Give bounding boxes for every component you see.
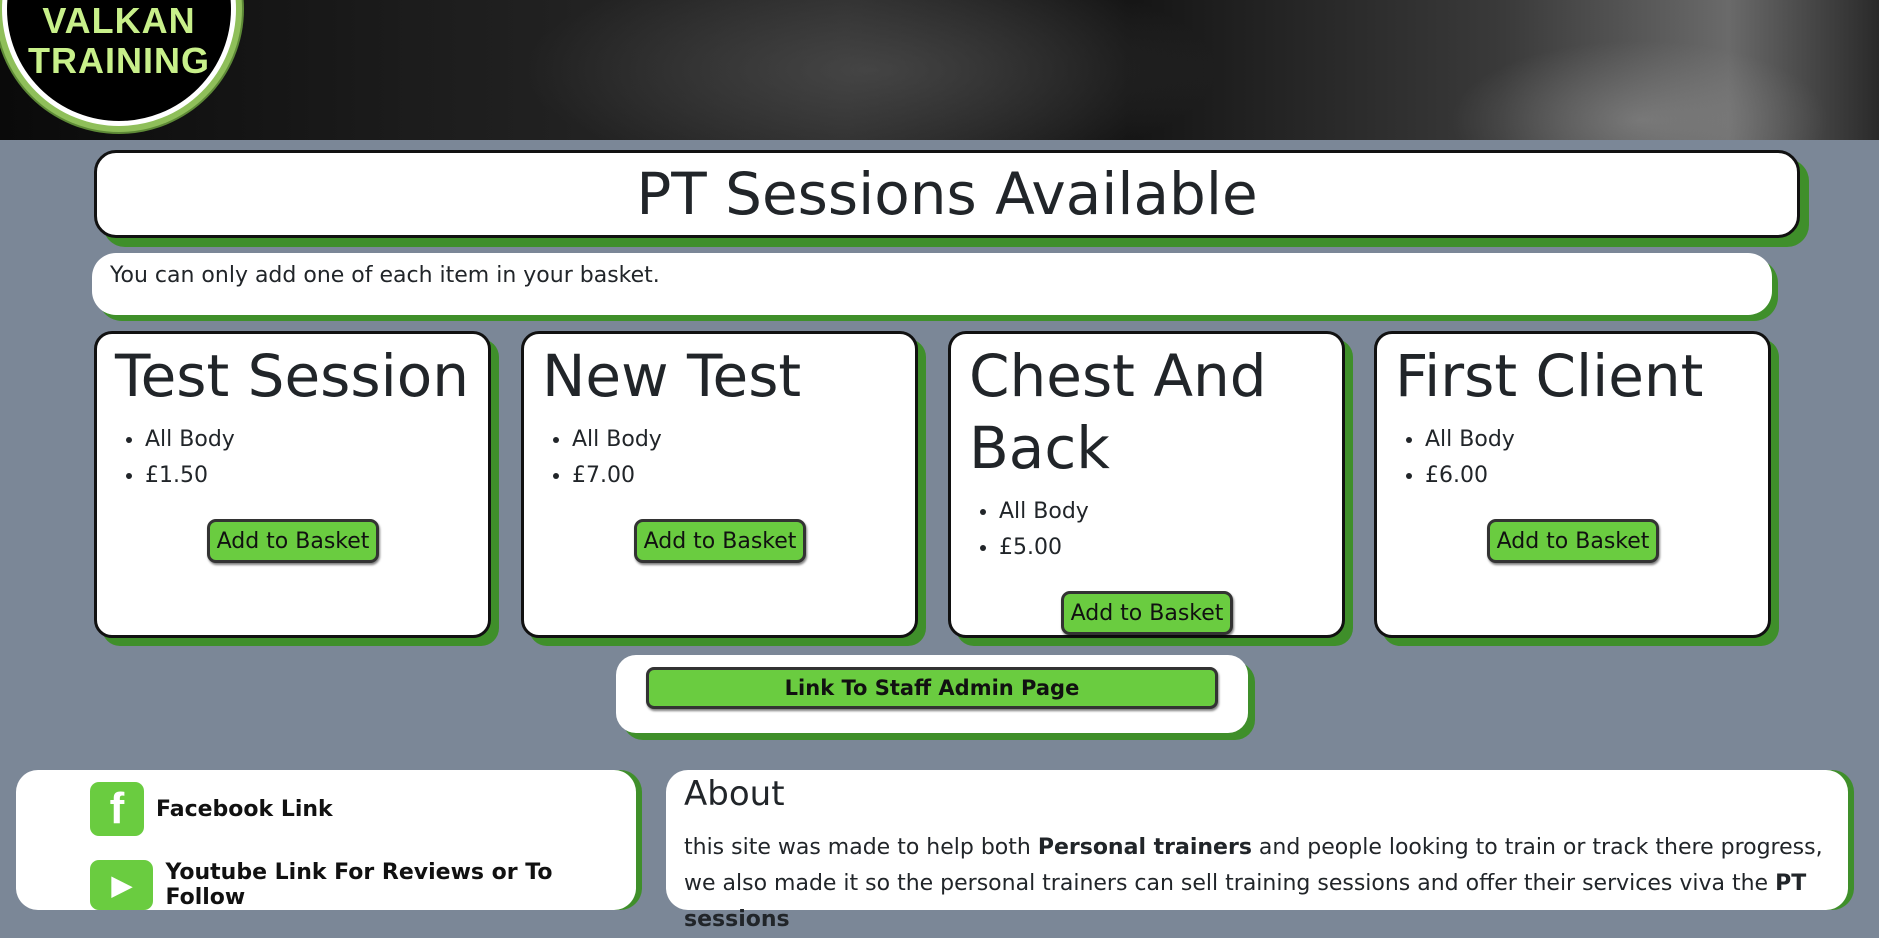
session-focus: All Body <box>145 422 235 458</box>
session-focus: All Body <box>1425 422 1515 458</box>
about-panel: About this site was made to help both Pe… <box>666 770 1848 932</box>
add-to-basket-button[interactable]: Add to Basket <box>1487 519 1659 563</box>
session-price: £7.00 <box>572 458 662 494</box>
session-details: All Body £1.50 <box>97 422 235 494</box>
session-focus: All Body <box>572 422 662 458</box>
facebook-icon[interactable]: f <box>90 782 144 836</box>
session-title: New Test <box>542 342 802 410</box>
youtube-icon[interactable]: ▶ <box>90 860 154 910</box>
session-price: £1.50 <box>145 458 235 494</box>
youtube-link-row[interactable]: ▶ Youtube Link For Reviews or To Follow <box>90 860 636 910</box>
about-text: this site was made to help both Personal… <box>684 830 1834 938</box>
admin-link-panel: Link To Staff Admin Page <box>616 655 1248 733</box>
session-title: First Client <box>1395 342 1704 410</box>
banner-background-highlight <box>1450 40 1830 140</box>
session-card: First Client All Body £6.00 Add to Baske… <box>1374 331 1771 638</box>
session-title: Chest And Back <box>969 342 1267 482</box>
add-to-basket-button[interactable]: Add to Basket <box>207 519 379 563</box>
facebook-link[interactable]: Facebook Link <box>156 797 333 822</box>
social-links-panel: f Facebook Link ▶ Youtube Link For Revie… <box>16 770 636 910</box>
add-to-basket-button[interactable]: Add to Basket <box>1061 591 1233 635</box>
staff-admin-link-button[interactable]: Link To Staff Admin Page <box>646 667 1218 709</box>
add-to-basket-button[interactable]: Add to Basket <box>634 519 806 563</box>
about-bold-part: Personal trainers <box>1037 835 1252 860</box>
about-text-part: this site was made to help both <box>684 835 1038 860</box>
session-details: All Body £6.00 <box>1377 422 1515 494</box>
page-title: PT Sessions Available <box>636 160 1258 228</box>
logo-line-2: TRAINING <box>28 40 210 81</box>
session-price: £6.00 <box>1425 458 1515 494</box>
header-banner: VALKAN TRAINING <box>0 0 1879 140</box>
page-title-panel: PT Sessions Available <box>94 150 1800 238</box>
session-price: £5.00 <box>999 530 1089 566</box>
facebook-link-row[interactable]: f Facebook Link <box>90 782 333 836</box>
basket-note: You can only add one of each item in you… <box>110 263 660 288</box>
logo-line-1: VALKAN <box>42 0 196 41</box>
session-details: All Body £7.00 <box>524 422 662 494</box>
session-title: Test Session <box>115 342 469 410</box>
banner-background-shade <box>520 0 1220 140</box>
session-card: New Test All Body £7.00 Add to Basket <box>521 331 918 638</box>
session-card: Test Session All Body £1.50 Add to Baske… <box>94 331 491 638</box>
site-logo[interactable]: VALKAN TRAINING <box>2 0 236 126</box>
about-heading: About <box>684 774 785 814</box>
session-focus: All Body <box>999 494 1089 530</box>
basket-note-panel: You can only add one of each item in you… <box>92 253 1772 315</box>
session-details: All Body £5.00 <box>951 494 1089 566</box>
youtube-link[interactable]: Youtube Link For Reviews or To Follow <box>165 860 636 910</box>
session-card: Chest And Back All Body £5.00 Add to Bas… <box>948 331 1345 638</box>
